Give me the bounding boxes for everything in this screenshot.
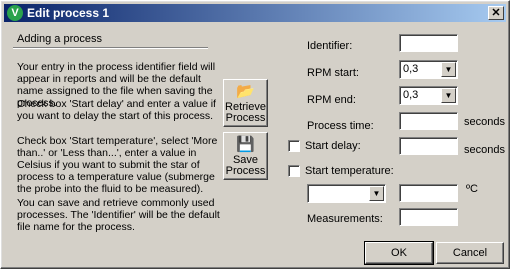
rpm-start-value: 0,3 — [403, 63, 419, 75]
identifier-label: Identifier: — [307, 40, 353, 52]
process-time-field[interactable] — [399, 112, 458, 130]
measurements-field[interactable] — [399, 208, 458, 226]
save-process-button[interactable]: 💾 Save Process — [223, 132, 268, 180]
section-title: Adding a process — [17, 33, 102, 45]
chevron-down-icon[interactable]: ▼ — [441, 62, 456, 77]
temperature-value-field[interactable] — [399, 184, 458, 202]
process-time-unit: seconds — [464, 116, 505, 128]
save-label-2: Process — [225, 165, 266, 177]
folder-open-icon: 📂 — [236, 83, 255, 100]
start-delay-unit: seconds — [464, 144, 505, 156]
start-delay-checkbox[interactable] — [288, 140, 300, 152]
identifier-field[interactable] — [399, 34, 458, 52]
start-delay-field[interactable] — [399, 137, 458, 155]
floppy-disk-icon: 💾 — [236, 136, 255, 153]
measurements-label: Measurements: — [307, 213, 383, 225]
app-logo-icon: V — [7, 5, 23, 21]
close-button[interactable]: ✕ — [488, 6, 504, 20]
process-time-label: Process time: — [307, 120, 374, 132]
ok-button[interactable]: OK — [364, 241, 434, 265]
edit-process-dialog: V Edit process 1 ✕ Adding a process Your… — [0, 0, 510, 269]
start-temperature-label: Start temperature: — [305, 165, 394, 177]
title-bar[interactable]: V Edit process 1 ✕ — [4, 4, 506, 22]
chevron-down-icon[interactable]: ▼ — [441, 88, 456, 103]
rpm-start-select[interactable]: 0,3 ▼ — [399, 60, 458, 79]
rpm-end-select[interactable]: 0,3 ▼ — [399, 86, 458, 105]
start-temperature-checkbox[interactable] — [288, 165, 300, 177]
help-text-save-retrieve: You can save and retrieve commonly used … — [17, 197, 220, 233]
chevron-down-icon[interactable]: ▼ — [369, 186, 384, 201]
rpm-start-label: RPM start: — [307, 67, 359, 79]
help-text-start-temperature: Check box 'Start temperature', select 'M… — [17, 135, 218, 195]
help-text-start-delay: Check box 'Start delay' and enter a valu… — [17, 98, 216, 122]
window-title: Edit process 1 — [27, 6, 110, 20]
temperature-unit: ºC — [466, 183, 478, 195]
start-delay-label: Start delay: — [305, 140, 361, 152]
rpm-end-label: RPM end: — [307, 94, 356, 106]
temperature-compare-select[interactable]: ▼ — [307, 184, 386, 203]
retrieve-process-button[interactable]: 📂 Retrieve Process — [223, 79, 268, 127]
rpm-end-value: 0,3 — [403, 89, 419, 101]
section-divider — [13, 47, 208, 49]
retrieve-label-2: Process — [225, 112, 266, 124]
cancel-button[interactable]: Cancel — [436, 242, 504, 264]
